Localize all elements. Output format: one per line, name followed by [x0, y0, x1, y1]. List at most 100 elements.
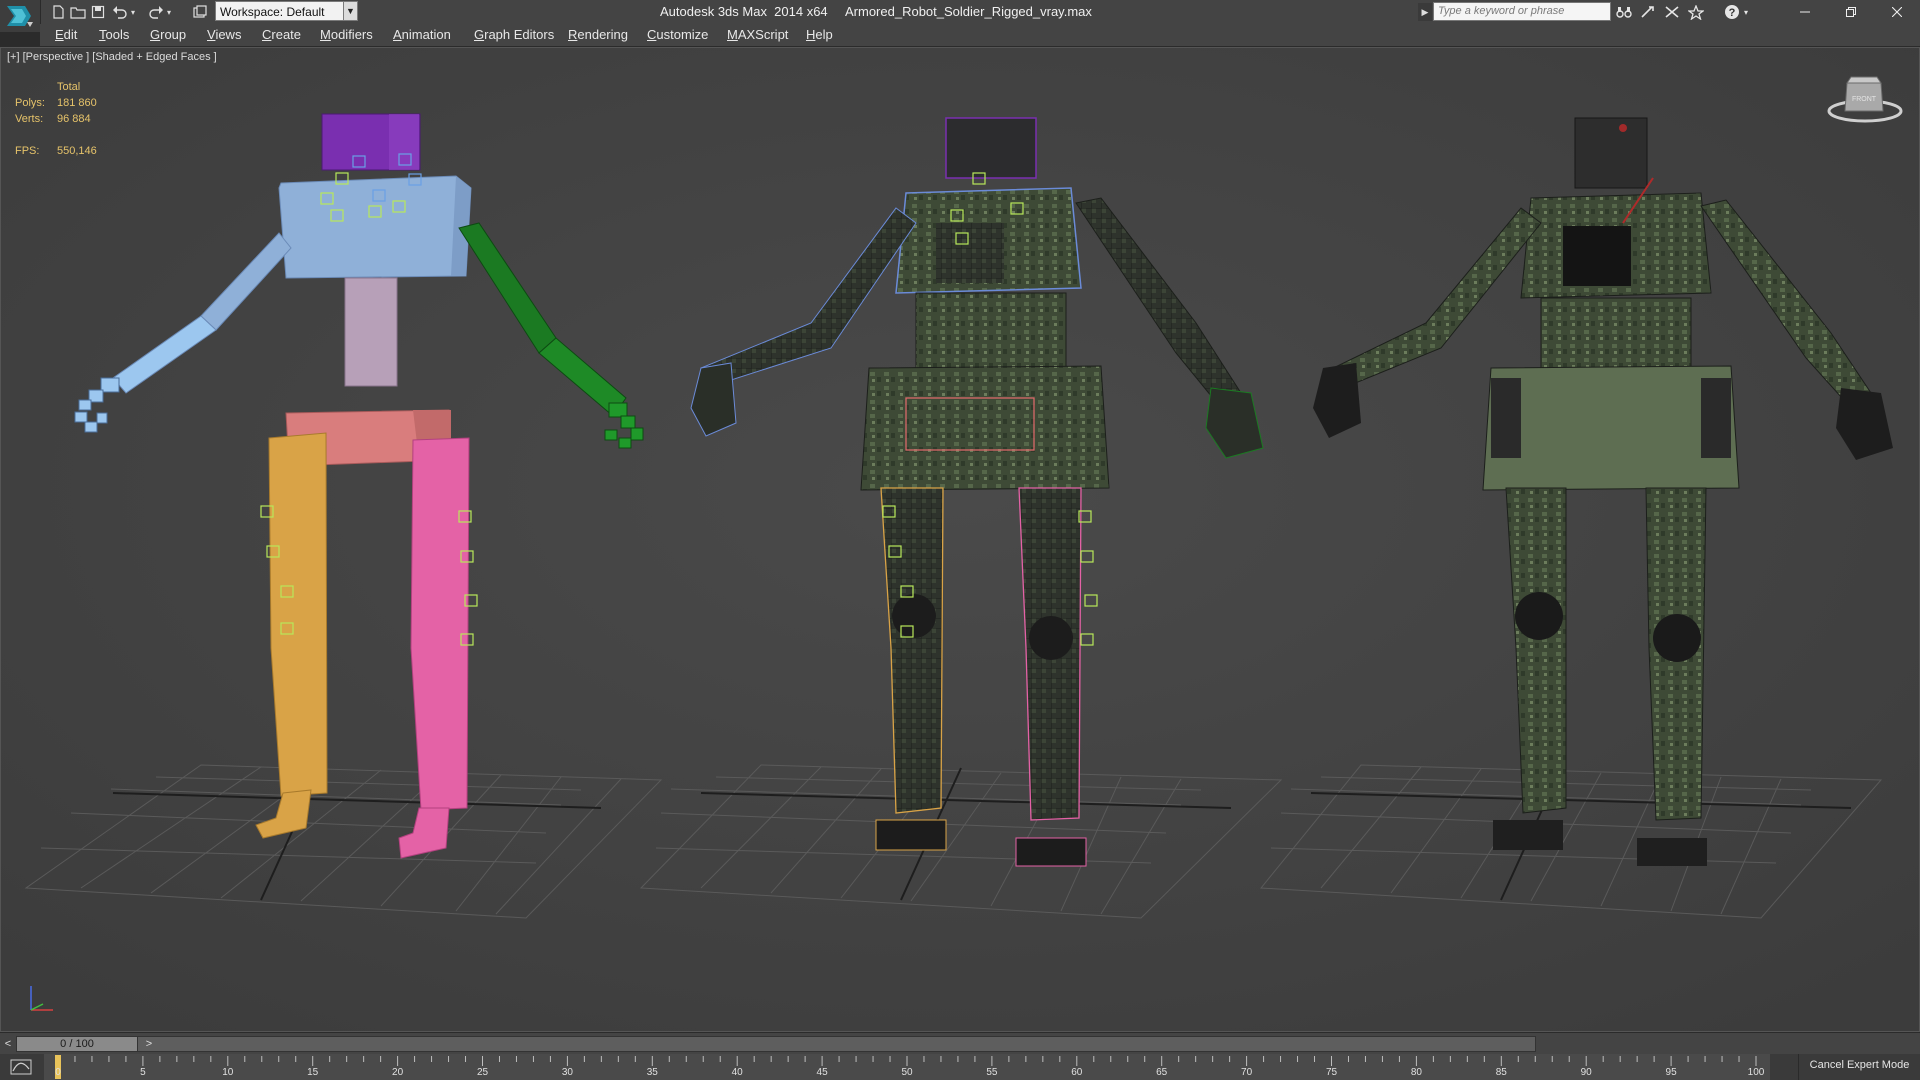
open-folder-icon[interactable] — [68, 2, 88, 22]
time-slider-prev-icon[interactable]: < — [1, 1036, 15, 1052]
menu-label: dit — [63, 27, 78, 42]
scene-canvas[interactable] — [1, 48, 1920, 1032]
menu-modifiers[interactable]: Modifiers — [320, 24, 373, 46]
menu-label: elp — [815, 27, 833, 42]
menu-mnemonic: C — [262, 27, 272, 42]
viewcube[interactable]: FRONT — [1827, 75, 1903, 125]
viewcube-face-label: FRONT — [1852, 96, 1877, 103]
app-menu-button[interactable] — [0, 0, 41, 32]
timeline-tick-label: 0 — [55, 1067, 61, 1078]
timeline-tick-label: 75 — [1325, 1067, 1338, 1078]
timeline-tick-label: 90 — [1580, 1067, 1592, 1078]
timeline-tick-label: 65 — [1156, 1067, 1168, 1078]
search-expand-icon[interactable]: ▶ — [1418, 3, 1432, 21]
timeline-tick-label: 5 — [140, 1067, 146, 1078]
menu-mnemonic: M — [320, 27, 331, 42]
search-placeholder: Type a keyword or phrase — [1438, 5, 1565, 17]
new-file-icon[interactable] — [48, 2, 68, 22]
robot-pelvis[interactable] — [860, 365, 1110, 491]
timeline-tick-label: 10 — [222, 1067, 234, 1078]
undo-icon[interactable] — [110, 2, 130, 22]
robot-right-foot — [1015, 837, 1087, 867]
menu-label: ustomize — [656, 27, 709, 42]
redo-dropdown-icon[interactable]: ▾ — [164, 2, 174, 22]
chevron-down-icon[interactable]: ▼ — [343, 1, 358, 21]
perspective-viewport[interactable]: [+] [Perspective ] [Shaded + Edged Faces… — [0, 47, 1920, 1032]
menu-mnemonic: G — [150, 27, 161, 42]
menu-create[interactable]: Create — [262, 24, 301, 46]
menu-label: raph Editors — [484, 27, 555, 42]
robot-head[interactable] — [945, 117, 1037, 179]
fps-value: 550,146 — [57, 145, 97, 157]
time-slider-next-icon[interactable]: > — [142, 1036, 156, 1052]
menu-maxscript[interactable]: MAXScript — [727, 24, 788, 46]
menu-views[interactable]: Views — [207, 24, 241, 46]
right-leg-bone[interactable] — [410, 437, 470, 811]
minimize-icon[interactable] — [1782, 0, 1828, 24]
menu-help[interactable]: Help — [806, 24, 833, 46]
help-dropdown-icon[interactable]: ▾ — [1741, 3, 1751, 21]
robot-belt — [915, 292, 1067, 369]
menu-rendering[interactable]: Rendering — [568, 24, 628, 46]
textured-pelvis[interactable] — [1482, 365, 1740, 491]
timeline-tick-label: 40 — [731, 1067, 743, 1078]
time-slider-thumb[interactable]: 0 / 100 — [16, 1036, 138, 1052]
menu-tools[interactable]: Tools — [99, 24, 129, 46]
menu-bar: Edit Tools Group Views Create Modifiers … — [40, 24, 1920, 47]
textured-side-pod-right — [1701, 378, 1731, 458]
mini-curve-editor-icon[interactable] — [4, 1058, 38, 1076]
robot-right-knee — [1029, 616, 1073, 660]
timeline-tick-label: 85 — [1495, 1067, 1507, 1078]
title-bar: ▾ ▾ Workspace: Default ▼ Autodesk 3ds Ma… — [0, 0, 1920, 32]
timeline-tick-label: 95 — [1665, 1067, 1677, 1078]
spine-bone[interactable] — [344, 277, 398, 387]
menu-mnemonic: M — [727, 27, 738, 42]
exchange-icon[interactable] — [1662, 3, 1682, 21]
menu-edit[interactable]: Edit — [55, 24, 77, 46]
menu-customize[interactable]: Customize — [647, 24, 708, 46]
save-icon[interactable] — [88, 2, 108, 22]
connect-icon[interactable] — [1638, 3, 1658, 21]
menu-label: nimation — [401, 27, 451, 42]
textured-right-knee — [1653, 614, 1701, 662]
left-leg-bone[interactable] — [268, 432, 328, 797]
textured-head[interactable] — [1574, 117, 1648, 189]
undo-dropdown-icon[interactable]: ▾ — [128, 2, 138, 22]
viewcube-top-face[interactable] — [1846, 76, 1882, 84]
timeline-tick-label: 60 — [1071, 1067, 1083, 1078]
search-input[interactable]: Type a keyword or phrase — [1433, 2, 1611, 21]
axis-tripod-icon — [30, 986, 53, 1011]
menu-label: odifiers — [330, 27, 373, 42]
verts-label: Verts: — [15, 113, 44, 125]
chest-bone[interactable] — [278, 175, 472, 279]
binoculars-icon[interactable] — [1614, 3, 1634, 21]
menu-graph-editors[interactable]: Graph Editors — [474, 24, 554, 46]
textured-chest-plate — [1563, 226, 1631, 286]
menu-label: ools — [105, 27, 130, 42]
cancel-expert-mode-button[interactable]: Cancel Expert Mode — [1798, 1054, 1920, 1080]
menu-mnemonic: C — [647, 27, 657, 42]
viewport-label[interactable]: [+] [Perspective ] [Shaded + Edged Faces… — [7, 51, 217, 63]
textured-right-foot — [1637, 838, 1707, 866]
textured-left-knee — [1515, 592, 1563, 640]
restore-icon[interactable] — [1828, 0, 1874, 24]
menu-label: roup — [160, 27, 187, 42]
menu-group[interactable]: Group — [150, 24, 186, 46]
redo-icon[interactable] — [146, 2, 166, 22]
robot-chest-plate — [936, 223, 1004, 283]
timeline-tick-label: 25 — [476, 1067, 489, 1078]
menu-mnemonic: R — [568, 27, 578, 42]
time-slider-bar: < 0 / 100 > — [0, 1032, 1920, 1055]
project-folder-icon[interactable] — [190, 2, 210, 22]
3dsmax-logo-icon — [7, 6, 33, 27]
favorites-star-icon[interactable] — [1686, 3, 1706, 21]
close-icon[interactable] — [1874, 0, 1920, 24]
time-slider-track[interactable] — [16, 1036, 1536, 1052]
menu-label: reate — [271, 27, 302, 42]
workspace-select[interactable]: Workspace: Default — [215, 1, 358, 21]
time-slider-frame-display: 0 / 100 — [60, 1038, 94, 1050]
track-area[interactable]: 0 5 10 15 20 25 30 35 40 45 50 55 60 65 70 75 80 85 90 95 10… — [44, 1054, 1770, 1080]
menu-animation[interactable]: Animation — [393, 24, 451, 46]
help-icon[interactable]: ? — [1722, 3, 1742, 21]
track-bar: 0 5 10 15 20 25 30 35 40 45 50 55 60 65 70 75 80 85 90 95 10… — [0, 1054, 1920, 1080]
